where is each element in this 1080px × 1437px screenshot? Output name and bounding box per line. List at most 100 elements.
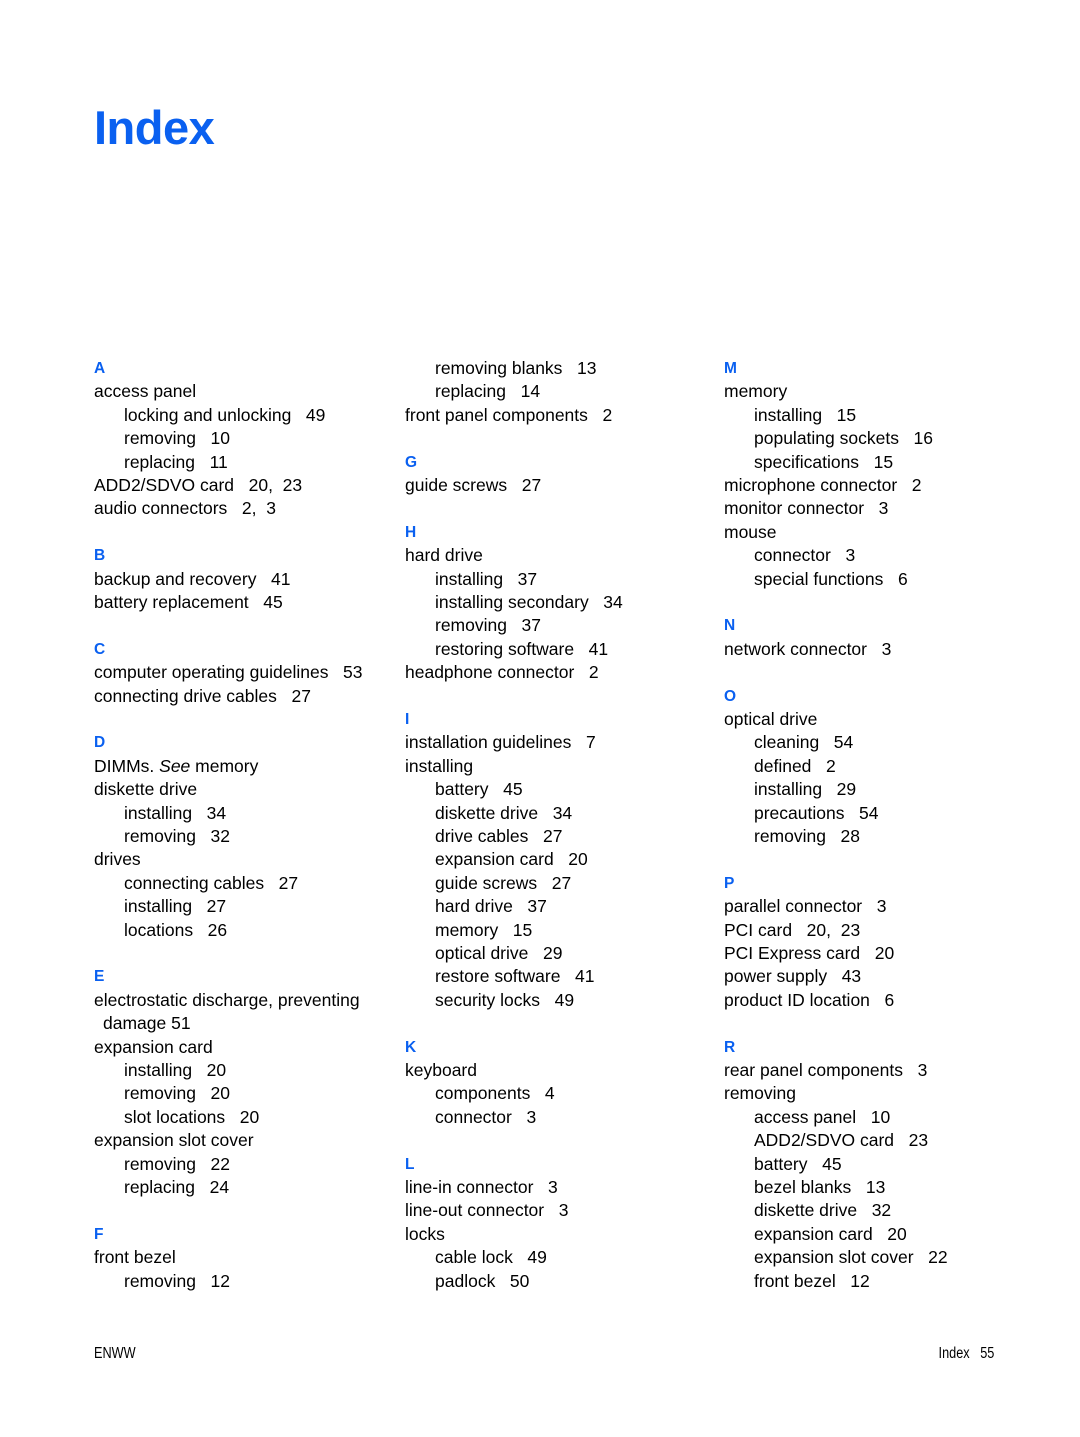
index-entry: installing 37	[435, 568, 538, 589]
index-letter-heading-b: B	[94, 547, 106, 565]
index-entry: installing 20	[124, 1060, 227, 1081]
index-entry: specifications 15	[754, 451, 894, 472]
index-entry: padlock 50	[435, 1270, 530, 1291]
index-letter-group: Rrear panel components 3 removing access p…	[724, 1036, 1024, 1293]
index-entry: installing 27	[124, 896, 227, 917]
index-letter-heading-h: H	[405, 523, 417, 541]
index-letter-group: Aaccess panel locking and unlocking 49 rem…	[94, 357, 394, 521]
index-entry: installing secondary 34	[435, 592, 623, 612]
index-entry: memory 15	[435, 919, 533, 940]
index-entry: product ID location 6	[724, 989, 895, 1010]
index-letter-heading-e: E	[94, 968, 105, 986]
index-entry: removing 20	[124, 1083, 231, 1104]
index-letter-group: Gguide screws 27	[405, 451, 705, 498]
index-entry: cleaning 54	[754, 732, 854, 753]
index-entry: replacing 24	[124, 1177, 230, 1198]
index-letter-group: Lline-in connector 3 line-out connector 3…	[405, 1153, 705, 1293]
index-entry: components 4	[435, 1083, 555, 1104]
index-entry: diskette drive 32	[754, 1200, 892, 1221]
index-entry: removing 28	[754, 826, 861, 847]
index-entry: battery replacement 45	[94, 592, 283, 613]
index-letter-heading-r: R	[724, 1038, 736, 1056]
index-entry: locks	[405, 1223, 445, 1244]
index-letter-heading-a: A	[94, 360, 106, 377]
index-letter-group: Eelectrostatic discharge, preventing dama…	[94, 965, 394, 1199]
index-entry: installing 34	[124, 802, 227, 823]
footer-imprint: ENWW	[94, 1345, 136, 1362]
index-entry: damage 51	[103, 1013, 191, 1034]
index-letter-heading-o: O	[724, 687, 737, 705]
index-entry: precautions 54	[754, 802, 879, 823]
index-entry: installing 15	[754, 404, 857, 425]
index-entry: connector 3	[435, 1106, 537, 1127]
index-entry: removing 22	[124, 1153, 231, 1174]
index-entry: removing 12	[124, 1270, 231, 1291]
index-page: Index Aaccess panel locking and unlocking…	[0, 0, 1080, 1437]
index-entry: line-in connector 3	[405, 1177, 558, 1198]
index-entry: front bezel 12	[754, 1270, 870, 1291]
index-entry: network connector 3	[724, 638, 892, 659]
index-letter-heading-i: I	[405, 711, 410, 729]
index-body: Aaccess panel locking and unlocking 49 rem…	[94, 357, 994, 1293]
index-entry: drive cables 27	[435, 826, 563, 847]
index-letter-heading-d: D	[94, 734, 106, 752]
index-entry: expansion card 20	[754, 1223, 907, 1244]
index-entry: optical drive	[724, 709, 818, 730]
index-entry: connector 3	[754, 545, 856, 566]
index-entry: battery 45	[435, 779, 523, 800]
index-entry: audio connectors 2, 3	[94, 498, 276, 519]
index-entry: installing	[405, 755, 474, 776]
index-entry: front bezel	[94, 1247, 176, 1268]
index-letter-group: Nnetwork connector 3	[724, 614, 1024, 661]
index-entry: electrostatic discharge, preventing	[94, 989, 360, 1010]
index-entry: ADD2/SDVO card 23	[754, 1130, 929, 1151]
index-entry: monitor connector 3	[724, 498, 889, 519]
index-letter-group: Iinstallation guidelines 7 installing batt…	[405, 708, 705, 1012]
index-entry: parallel connector 3	[724, 896, 887, 917]
index-entry: microphone connector 2	[724, 475, 922, 496]
index-letter-heading-f: F	[94, 1225, 104, 1243]
index-entry: DIMMs. See memory	[94, 755, 259, 776]
index-entry: backup and recovery 41	[94, 568, 291, 589]
index-entry: expansion card	[94, 1036, 213, 1057]
index-letter-group: Pparallel connector 3 PCI card 20, 23 PCI …	[724, 872, 1024, 1012]
index-entry: restore software 41	[435, 966, 595, 987]
index-entry: removing 10	[124, 428, 231, 449]
index-entry: bezel blanks 13	[754, 1177, 886, 1198]
index-entry: locations 26	[124, 919, 228, 940]
index-entry: access panel 10	[754, 1106, 891, 1127]
index-entry: drives	[94, 849, 141, 870]
index-entry: replacing 14	[435, 381, 541, 402]
index-entry: locking and unlocking 49	[124, 404, 326, 425]
index-entry: populating sockets 16	[754, 428, 934, 449]
index-entry: expansion card 20	[435, 849, 588, 870]
index-entry: line-out connector 3	[405, 1200, 569, 1221]
index-entry: installation guidelines 7	[405, 732, 596, 753]
index-entry: expansion slot cover	[94, 1130, 254, 1151]
page-footer: ENWW Index 55	[94, 1345, 994, 1363]
index-letter-group: Hhard drive installing 37 installing secon…	[405, 521, 705, 685]
index-entry: ADD2/SDVO card 20, 23	[94, 475, 303, 496]
index-entry: mouse	[724, 521, 777, 542]
index-entry: access panel	[94, 381, 197, 402]
index-letter-heading-g: G	[405, 453, 418, 471]
index-letter-group: Bbackup and recovery 41 battery replaceme…	[94, 544, 394, 614]
index-entry: rear panel components 3	[724, 1060, 928, 1081]
index-letter-heading-n: N	[724, 617, 736, 635]
index-letter-heading-p: P	[724, 874, 735, 892]
page-title: Index	[94, 101, 215, 154]
index-column-1: Aaccess panel locking and unlocking 49 rem…	[94, 357, 394, 1293]
index-entry: diskette drive 34	[435, 802, 573, 823]
index-entry: removing	[724, 1083, 796, 1104]
index-entry: removing blanks 13	[435, 358, 597, 378]
index-letter-group: D DIMMs. See memory diskette drive installi…	[94, 731, 394, 942]
index-entry: guide screws 27	[405, 475, 542, 495]
index-letter-group: removing blanks 13 replacing 14 front pane…	[405, 357, 705, 427]
index-entry: removing 37	[435, 615, 542, 636]
index-entry: guide screws 27	[435, 872, 572, 893]
index-entry: diskette drive	[94, 779, 198, 800]
index-column-2: removing blanks 13 replacing 14 front pane…	[394, 357, 705, 1293]
index-entry: special functions 6	[754, 568, 908, 589]
index-entry: cable lock 49	[435, 1247, 547, 1268]
index-see-reference: See	[159, 755, 191, 776]
